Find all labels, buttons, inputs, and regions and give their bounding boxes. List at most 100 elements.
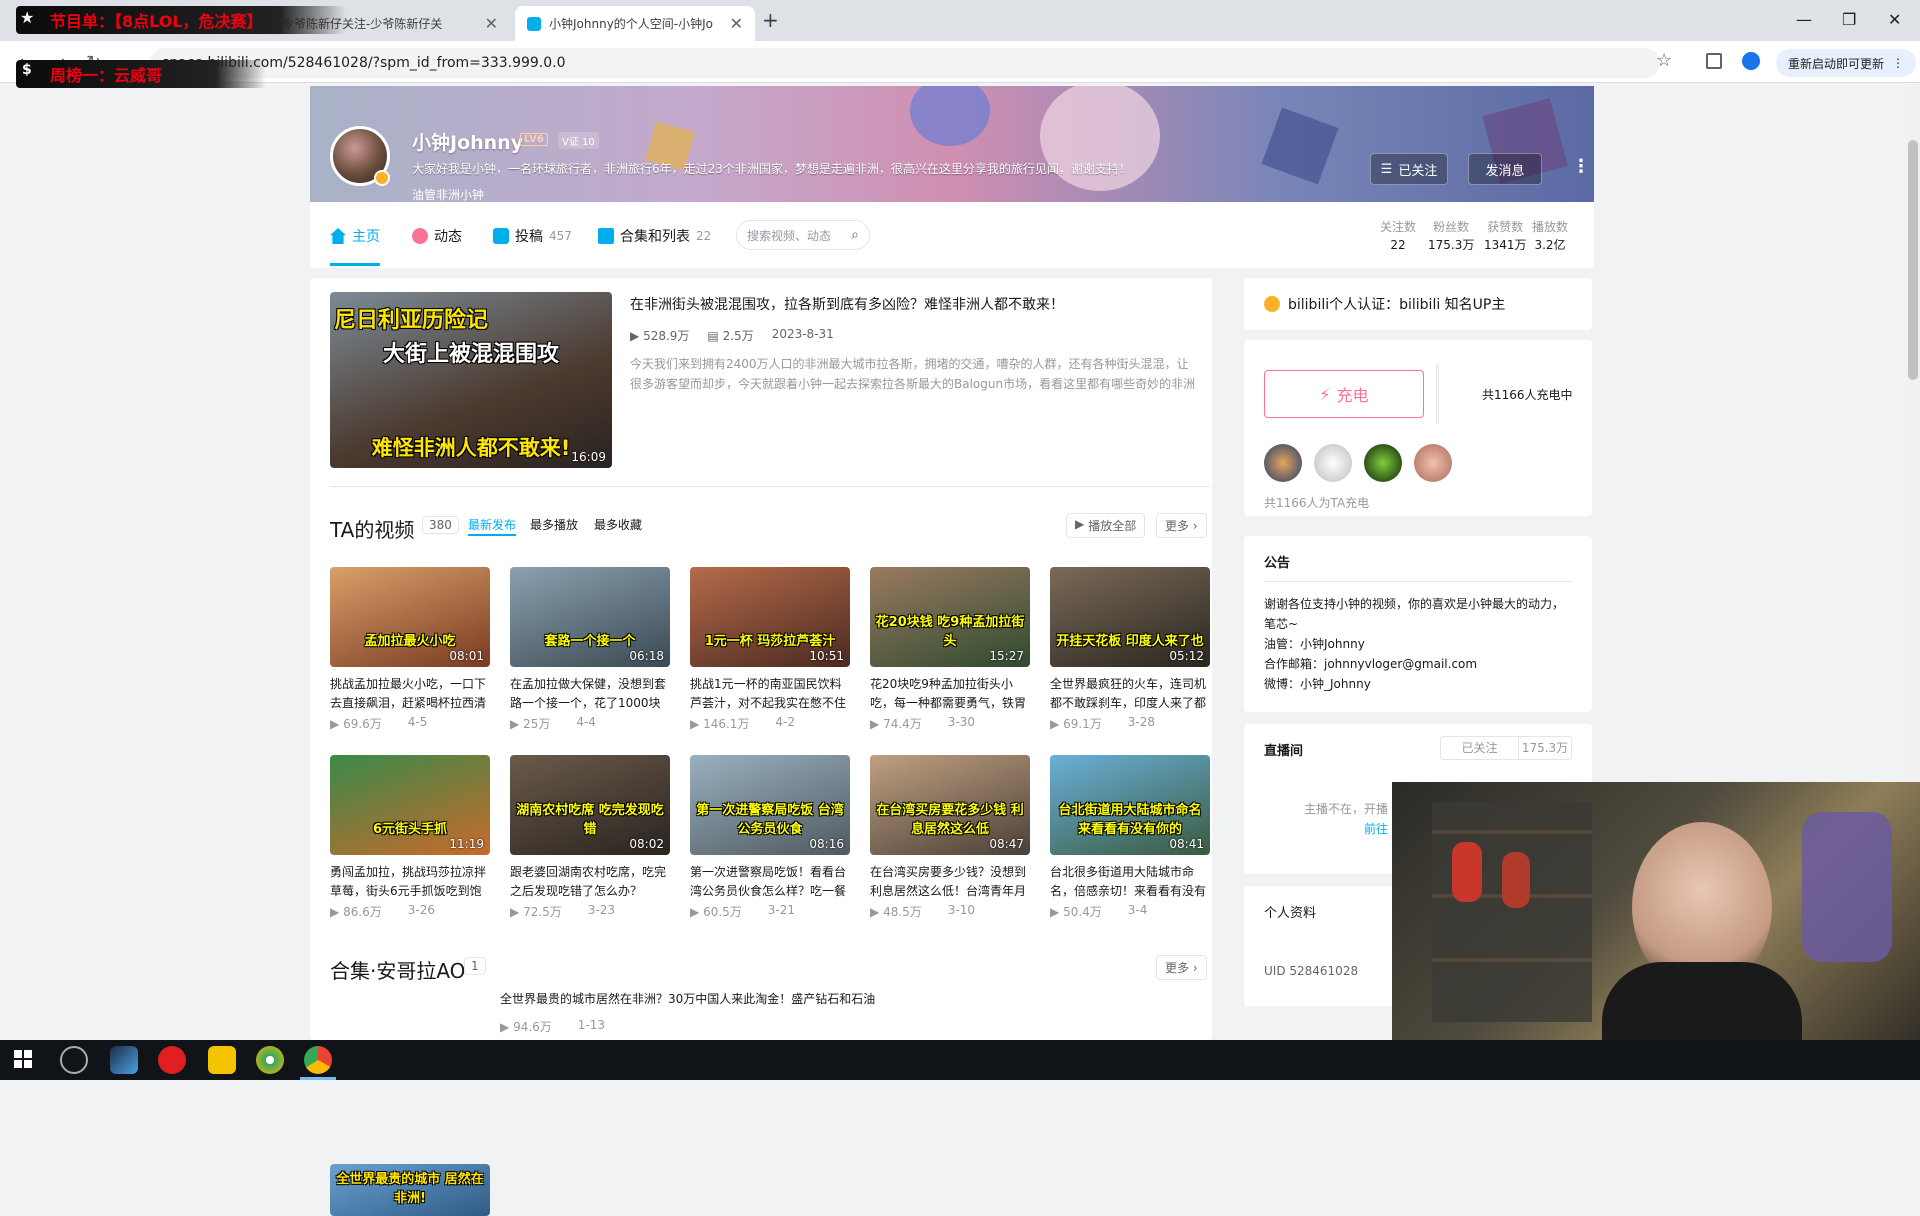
video-card[interactable]: 1元一杯 玛莎拉芦荟汁 10:51 挑战1元一杯的南亚国民饮料芦荟汁，对不起我实在憋… [690,567,850,732]
app-icon[interactable] [110,1046,138,1074]
video-card[interactable]: 开挂天花板 印度人来了也 05:12 全世界最疯狂的火车，连司机都不敢踩刹车，印度人… [1050,567,1210,732]
collection-thumbnail[interactable]: 全世界最贵的城市 居然在非洲! [330,1164,490,1216]
send-message-button[interactable]: 发消息 [1468,153,1542,185]
video-thumbnail[interactable]: 孟加拉最火小吃 08:01 [330,567,490,667]
close-icon[interactable]: ✕ [485,14,498,33]
charge-button[interactable]: ⚡ 充电 [1264,370,1424,418]
video-thumbnail[interactable]: 湖南农村吃席 吃完发现吃错 08:02 [510,755,670,855]
more-options-icon[interactable]: ⋮ [1572,156,1590,177]
video-title[interactable]: 跟老婆回湖南农村吃席，吃完之后发现吃错了怎么办？ [510,863,670,901]
video-thumbnail[interactable]: 开挂天花板 印度人来了也 05:12 [1050,567,1210,667]
video-thumbnail[interactable]: 花20块钱 吃9种孟加拉街头 15:27 [870,567,1030,667]
new-tab-icon[interactable]: + [762,8,779,32]
featured-video-thumbnail[interactable]: 尼日利亚历险记 大街上被混混围攻 难怪非洲人都不敢来! 16:09 [330,292,612,468]
uid-text: UID 528461028 [1264,964,1359,978]
video-thumbnail[interactable]: 第一次进警察局吃饭 台湾公务员伙食 08:16 [690,755,850,855]
view-count: 94.6万 [513,1020,552,1034]
tab-2[interactable]: 小钟Johnny的个人空间-小钟Jo ✕ [515,6,755,41]
live-goto-link[interactable]: 前往 [1364,820,1388,837]
thumb-caption: 6元街头手抓 [372,822,448,837]
featured-video-title[interactable]: 在非洲街头被混混围攻，拉各斯到底有多凶险？难怪非洲人都不敢来！ [630,294,1190,314]
video-title[interactable]: 第一次进警察局吃饭！看看台湾公务员伙食怎么样？吃一餐 [690,863,850,901]
minimize-icon[interactable]: — [1796,10,1812,29]
video-title[interactable]: 在孟加拉做大保健，没想到套路一个接一个，花了1000块 [510,675,670,713]
user-signature: 大家好我是小钟，一名环球旅行者，非洲旅行6年，走过23个非洲国家，梦想是走遍非洲… [412,162,1131,176]
search-icon[interactable]: ⌕ [851,227,859,243]
video-title[interactable]: 勇闯孟加拉，挑战玛莎拉凉拌草莓，街头6元手抓饭吃到饱 [330,863,490,901]
video-title[interactable]: 花20块吃9种孟加拉街头小吃，每一种都需要勇气，铁胃 [870,675,1030,713]
nav-label: 主页 [352,229,380,245]
tab-uploads[interactable]: 投稿 457 [493,226,572,246]
sort-most-favorited[interactable]: 最多收藏 [594,516,642,533]
video-card[interactable]: 第一次进警察局吃饭 台湾公务员伙食 08:16 第一次进警察局吃饭！看看台湾公务员伙… [690,755,850,920]
video-thumbnail[interactable]: 1元一杯 玛莎拉芦荟汁 10:51 [690,567,850,667]
netease-music-icon[interactable] [158,1046,186,1074]
play-icon: ▶ [1075,517,1085,531]
live-follow-button[interactable]: 已关注 175.3万 [1440,736,1572,760]
scrollbar-thumb[interactable] [1908,140,1918,380]
video-card[interactable]: 湖南农村吃席 吃完发现吃错 08:02 跟老婆回湖南农村吃席，吃完之后发现吃错了怎么… [510,755,670,920]
close-icon[interactable]: ✕ [730,14,743,33]
star-icon: ★ [20,8,35,27]
publish-date: 3-23 [587,903,616,917]
user-subtitle: 油管非洲小钟 [412,188,485,202]
collection-more-button[interactable]: 更多 › [1156,955,1207,980]
nav-count: 22 [696,229,712,243]
tab-dynamic[interactable]: 动态 [412,226,462,246]
obs-icon[interactable] [60,1046,88,1074]
view-count: 69.6万 [343,717,382,731]
profile-avatar-icon[interactable] [1742,52,1760,70]
more-videos-button[interactable]: 更多 › [1156,513,1207,538]
nav-count: 457 [549,229,572,243]
video-card[interactable]: 6元街头手抓 11:19 勇闯孟加拉，挑战玛莎拉凉拌草莓，街头6元手抓饭吃到饱 ▶ 8… [330,755,490,920]
view-count: 60.5万 [703,905,742,919]
video-title[interactable]: 全世界最疯狂的火车，连司机都不敢踩刹车，印度人来了都 [1050,675,1210,713]
side-panel-icon[interactable] [1706,53,1722,69]
more-label: 更多 [1165,519,1190,533]
video-thumbnail[interactable]: 套路一个接一个 06:18 [510,567,670,667]
play-count-icon: ▶ [500,1020,510,1034]
video-thumbnail[interactable]: 6元街头手抓 11:19 [330,755,490,855]
sort-newest[interactable]: 最新发布 [468,516,516,533]
video-duration: 06:18 [629,649,664,663]
space-search-input[interactable]: 搜索视频、动态 ⌕ [736,220,870,250]
sort-most-played[interactable]: 最多播放 [530,516,578,533]
windows-start-icon[interactable] [14,1050,32,1068]
video-card[interactable]: 台北街道用大陆城市命名 来看看有没有你的 08:41 台北很多街道用大陆城市命名，倍… [1050,755,1210,920]
video-title[interactable]: 挑战1元一杯的南亚国民饮料芦荟汁，对不起我实在憋不住 [690,675,850,713]
video-card[interactable]: 套路一个接一个 06:18 在孟加拉做大保健，没想到套路一个接一个，花了1000块 ▶… [510,567,670,732]
charger-avatar[interactable] [1364,444,1402,482]
video-card[interactable]: 在台湾买房要花多少钱 利息居然这么低 08:47 在台湾买房要多少钱？没想到利息居然… [870,755,1030,920]
app-icon[interactable] [208,1046,236,1074]
charger-avatar[interactable] [1414,444,1452,482]
stat-following[interactable]: 关注数 22 [1380,218,1416,254]
stat-fans[interactable]: 粉丝数 175.3万 [1428,218,1474,254]
video-duration: 16:09 [571,450,606,464]
chrome-icon[interactable] [304,1046,332,1074]
charger-avatar[interactable] [1314,444,1352,482]
url-field[interactable]: space.bilibili.com/528461028/?spm_id_fro… [150,48,1660,78]
vip-badge: V证 10 [558,132,599,149]
stat-likes: 获赞数 1341万 [1484,218,1527,254]
video-title[interactable]: 台北很多街道用大陆城市命名，倍感亲切！来看看有没有 [1050,863,1210,901]
bookmark-star-icon[interactable]: ☆ [1656,50,1672,71]
tab-collections[interactable]: 合集和列表 22 [598,226,711,246]
video-card[interactable]: 花20块钱 吃9种孟加拉街头 15:27 花20块吃9种孟加拉街头小吃，每一种都需要… [870,567,1030,732]
featured-video-meta: ▶ 528.9万 ▤ 2.5万 2023-8-31 [630,327,834,344]
video-title[interactable]: 在台湾买房要多少钱？没想到利息居然这么低！台湾青年月 [870,863,1030,901]
tab-home[interactable]: 主页 [330,226,380,246]
followed-button[interactable]: ☰ 已关注 [1370,153,1448,185]
collection-video-title[interactable]: 全世界最贵的城市居然在非洲？30万中国人来此淘金！盛产钻石和石油 [500,990,1100,1007]
video-card[interactable]: 孟加拉最火小吃 08:01 挑战孟加拉最火小吃，一口下去直接飙泪，赶紧喝杯拉西清 ▶ … [330,567,490,732]
restart-update-button[interactable]: 重新启动即可更新 ⋮ [1776,49,1917,77]
view-count: 146.1万 [703,717,750,731]
video-thumbnail[interactable]: 台北街道用大陆城市命名 来看看有没有你的 08:41 [1050,755,1210,855]
app-icon[interactable] [256,1046,284,1074]
video-title[interactable]: 挑战孟加拉最火小吃，一口下去直接飙泪，赶紧喝杯拉西清 [330,675,490,713]
charger-avatar[interactable] [1264,444,1302,482]
video-thumbnail[interactable]: 在台湾买房要花多少钱 利息居然这么低 08:47 [870,755,1030,855]
play-count-icon: ▶ [1050,717,1060,731]
play-all-button[interactable]: ▶ 播放全部 [1066,513,1146,538]
restore-icon[interactable]: ❐ [1842,10,1856,29]
close-window-icon[interactable]: ✕ [1888,10,1901,29]
